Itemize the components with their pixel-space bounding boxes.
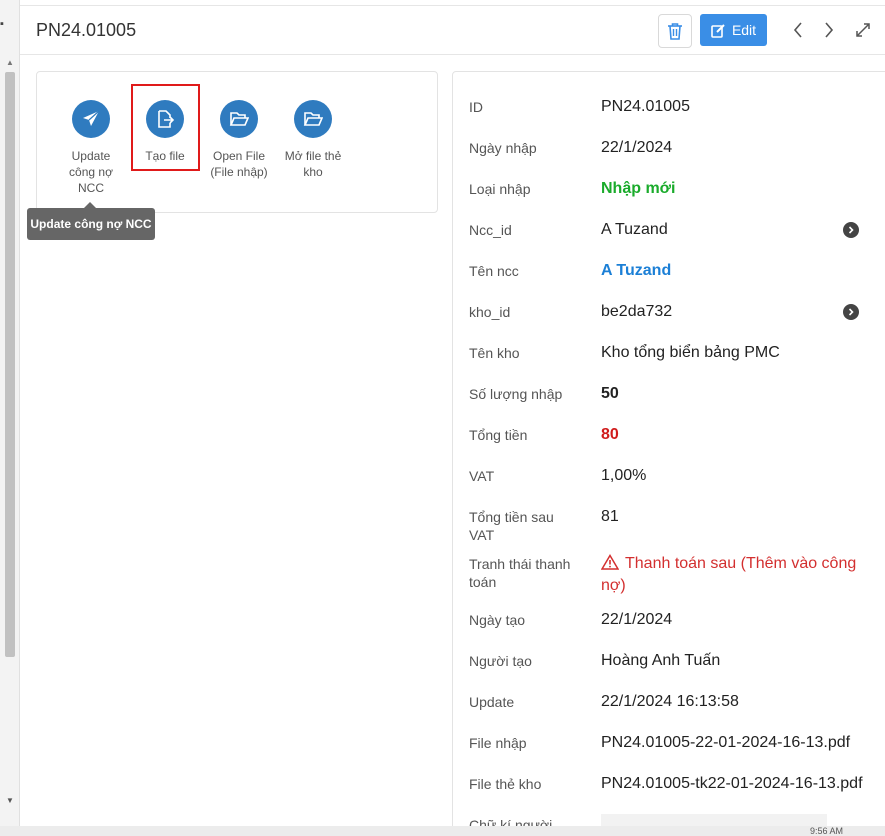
field-label: ID <box>469 99 483 115</box>
field-label: Tranh thái thanh toán <box>469 556 571 590</box>
field-value: 50 <box>601 385 619 402</box>
detail-header: PN24.01005 Edit <box>20 5 885 55</box>
field-value: Hoàng Anh Tuấn <box>601 652 721 669</box>
field-value: Thanh toán sau (Thêm vào công nợ) <box>600 553 876 597</box>
chevron-left-icon <box>793 22 802 38</box>
field-value: 80 <box>601 426 619 443</box>
actions-panel: Update công nợ NCC Tạo file Open File (F… <box>36 71 438 213</box>
field-value: 22/1/2024 16:13:58 <box>601 693 739 710</box>
field-label: File nhập <box>469 735 527 751</box>
field-value: 81 <box>601 508 619 525</box>
field-value: Kho tổng biển bảng PMC <box>601 344 780 361</box>
field-label: Tên kho <box>469 345 520 361</box>
file-nhap-link[interactable]: PN24.01005-22-01-2024-16-13.pdf <box>601 732 876 754</box>
trash-icon <box>668 23 682 40</box>
background-window-edge: ▪ ▲ ▼ <box>0 0 20 836</box>
folder-open-icon <box>303 112 323 126</box>
open-file-action[interactable]: Open File (File nhập) <box>207 100 271 180</box>
goto-ncc-button[interactable] <box>843 222 859 238</box>
update-cong-no-ncc-action[interactable]: Update công nợ NCC <box>59 100 123 196</box>
scroll-up-arrow[interactable]: ▲ <box>6 58 14 67</box>
field-label: Người tạo <box>469 653 532 669</box>
expand-button[interactable] <box>852 18 874 42</box>
field-label: kho_id <box>469 304 511 320</box>
clock-fragment: 9:56 AM <box>810 826 844 836</box>
field-value: A Tuzand <box>601 221 668 238</box>
field-label: VAT <box>469 468 495 484</box>
highlight-box <box>131 84 200 171</box>
edit-label: Edit <box>731 22 757 38</box>
edit-button[interactable]: Edit <box>700 14 767 46</box>
field-label: Tổng tiền <box>469 427 528 443</box>
field-label: Tổng tiền sau VAT <box>469 509 554 543</box>
action-label: Open File (File nhập) <box>210 149 268 179</box>
mo-file-the-kho-action[interactable]: Mở file thẻ kho <box>281 100 345 180</box>
field-value: be2da732 <box>601 303 673 320</box>
ncc-link[interactable]: A Tuzand <box>601 260 876 282</box>
action-circle <box>72 100 110 138</box>
paper-plane-icon <box>83 110 100 126</box>
field-value: 22/1/2024 <box>601 139 673 156</box>
scrollbar-thumb[interactable] <box>5 72 15 657</box>
field-label: Loại nhập <box>469 181 531 197</box>
goto-kho-button[interactable] <box>843 304 859 320</box>
next-record-button[interactable] <box>818 18 840 42</box>
delete-button[interactable] <box>658 14 692 48</box>
field-label: Ncc_id <box>469 222 512 238</box>
field-value: 22/1/2024 <box>601 611 673 628</box>
chevron-right-icon <box>848 308 854 316</box>
folder-open-icon <box>229 112 249 126</box>
field-label: Tên ncc <box>469 263 519 279</box>
chevron-right-icon <box>848 226 854 234</box>
warning-icon <box>600 554 620 570</box>
edit-icon <box>711 23 725 38</box>
page-title: PN24.01005 <box>36 20 137 40</box>
field-value: Nhập mới <box>601 180 676 197</box>
file-the-kho-link[interactable]: PN24.01005-tk22-01-2024-16-13.pdf <box>601 773 876 795</box>
field-label: File thẻ kho <box>469 776 542 792</box>
action-circle <box>294 100 332 138</box>
action-circle <box>220 100 258 138</box>
details-panel: ID PN24.01005 Ngày nhập 22/1/2024 Loại n… <box>452 71 885 836</box>
payment-status-text: Thanh toán sau (Thêm vào công nợ) <box>601 555 857 594</box>
scroll-down-arrow[interactable]: ▼ <box>6 796 14 805</box>
field-value: 1,00% <box>601 467 647 484</box>
action-label: Mở file thẻ kho <box>284 149 342 179</box>
action-label: Update công nợ NCC <box>69 149 113 195</box>
field-label: Số lượng nhập <box>469 386 563 402</box>
corner-marker: ▪ <box>0 18 4 30</box>
field-label: Update <box>469 694 515 710</box>
field-label: Ngày tạo <box>469 612 526 628</box>
field-value: PN24.01005 <box>601 98 690 115</box>
field-label: Ngày nhập <box>469 140 537 156</box>
expand-icon <box>856 23 870 37</box>
bottom-bar <box>0 826 885 836</box>
chevron-right-icon <box>825 22 834 38</box>
previous-record-button[interactable] <box>787 18 809 42</box>
tooltip: Update công nợ NCC <box>27 208 155 240</box>
